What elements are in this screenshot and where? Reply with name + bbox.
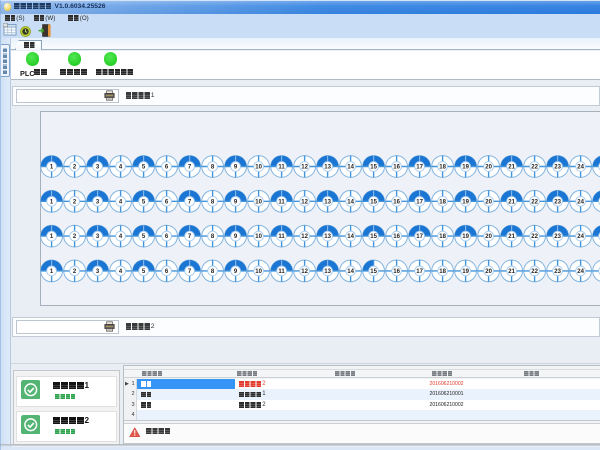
svg-text:12: 12 (301, 269, 308, 275)
svg-text:16: 16 (393, 234, 400, 240)
svg-text:21: 21 (508, 234, 515, 240)
svg-text:10: 10 (255, 234, 262, 240)
svg-text:23: 23 (554, 234, 561, 240)
svg-text:15: 15 (370, 165, 377, 171)
svg-text:22: 22 (531, 234, 538, 240)
svg-text:21: 21 (508, 199, 515, 205)
svg-text:12: 12 (301, 165, 308, 171)
svg-text:20: 20 (485, 165, 492, 171)
svg-text:14: 14 (347, 165, 354, 171)
svg-text:11: 11 (278, 234, 285, 240)
svg-text:21: 21 (508, 165, 515, 171)
svg-text:18: 18 (439, 269, 446, 275)
svg-text:10: 10 (255, 165, 262, 171)
svg-text:23: 23 (554, 199, 561, 205)
svg-text:22: 22 (531, 165, 538, 171)
svg-text:15: 15 (370, 269, 377, 275)
svg-text:15: 15 (370, 234, 377, 240)
svg-text:11: 11 (278, 269, 285, 275)
svg-text:18: 18 (439, 165, 446, 171)
svg-text:12: 12 (301, 199, 308, 205)
svg-text:14: 14 (347, 199, 354, 205)
svg-text:17: 17 (416, 234, 423, 240)
svg-text:16: 16 (393, 199, 400, 205)
svg-text:12: 12 (301, 234, 308, 240)
svg-text:18: 18 (439, 199, 446, 205)
svg-text:17: 17 (416, 199, 423, 205)
svg-text:14: 14 (347, 269, 354, 275)
svg-text:15: 15 (370, 199, 377, 205)
svg-text:24: 24 (577, 199, 584, 205)
svg-text:20: 20 (485, 199, 492, 205)
svg-text:19: 19 (462, 165, 469, 171)
svg-text:11: 11 (278, 165, 285, 171)
svg-text:19: 19 (462, 199, 469, 205)
svg-text:20: 20 (485, 269, 492, 275)
svg-text:13: 13 (324, 234, 331, 240)
svg-text:19: 19 (462, 269, 469, 275)
svg-text:24: 24 (577, 165, 584, 171)
svg-text:20: 20 (485, 234, 492, 240)
svg-text:23: 23 (554, 269, 561, 275)
svg-text:19: 19 (462, 234, 469, 240)
svg-text:18: 18 (439, 234, 446, 240)
svg-text:16: 16 (393, 165, 400, 171)
svg-text:10: 10 (255, 269, 262, 275)
svg-text:10: 10 (255, 199, 262, 205)
svg-text:21: 21 (508, 269, 515, 275)
svg-text:22: 22 (531, 269, 538, 275)
svg-text:17: 17 (416, 165, 423, 171)
svg-text:13: 13 (324, 269, 331, 275)
svg-text:24: 24 (577, 234, 584, 240)
svg-text:13: 13 (324, 165, 331, 171)
svg-text:23: 23 (554, 165, 561, 171)
svg-text:11: 11 (278, 199, 285, 205)
svg-text:13: 13 (324, 199, 331, 205)
svg-text:22: 22 (531, 199, 538, 205)
svg-text:14: 14 (347, 234, 354, 240)
svg-text:24: 24 (577, 269, 584, 275)
svg-text:16: 16 (393, 269, 400, 275)
svg-text:17: 17 (416, 269, 423, 275)
